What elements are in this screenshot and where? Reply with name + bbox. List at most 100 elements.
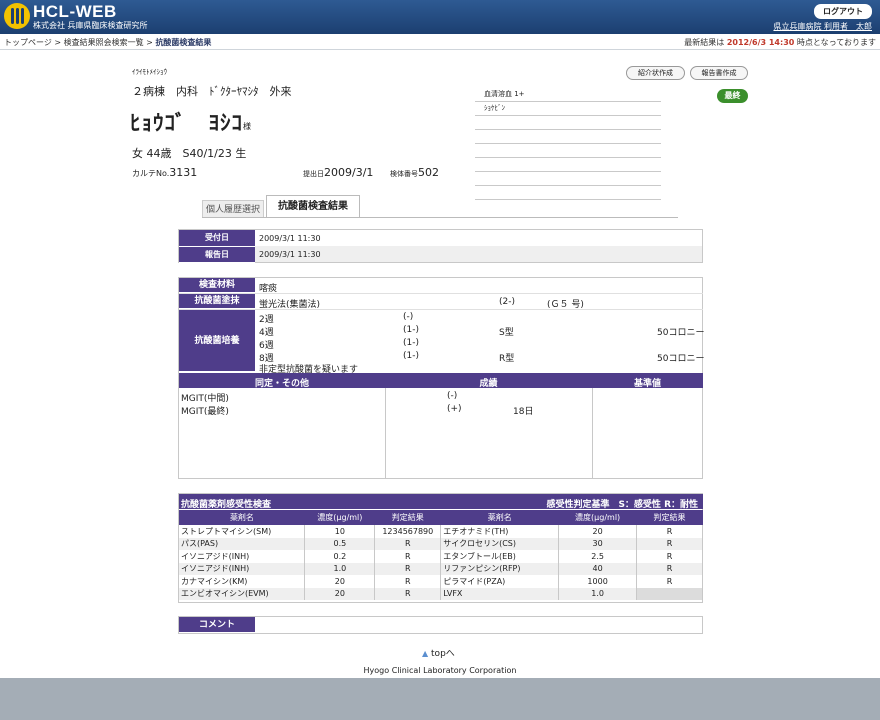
id-header-result: 成績 [479,379,498,389]
comment-label: コメント [179,617,255,633]
table-row: パス(PAS) 0.5 R サイクロセリン(CS) 30 R [179,537,703,550]
received-label: 受付日 [179,230,255,247]
drug-name: エンビオマイシン(EVM) [179,587,306,600]
culture-count: 50コロニー [657,354,705,364]
culture-week: 2週 [259,315,274,325]
drug-judge: R [374,562,442,575]
drug-name: パス(PAS) [179,537,306,550]
breadcrumb-bar: トップページ > 検査結果照会検索一覧 > 抗酸菌検査結果 最新結果は 2012… [0,34,880,50]
top-link-label: topへ [431,649,455,659]
drug-judge: R [374,537,442,550]
breadcrumb-home[interactable]: トップページ [4,38,52,47]
drug-conc: 0.5 [304,537,376,550]
drug-judge: R [636,525,703,538]
col-divider [592,388,593,479]
smear-result: (2-) [499,297,515,307]
hcl-logo-icon [4,3,30,29]
id-row-result: (-) [447,391,458,401]
drug-name: カナマイシン(KM) [179,575,306,588]
drug-conc: 1.0 [304,562,376,575]
susceptibility-title: 抗酸菌薬剤感受性検査 [181,500,272,510]
dates-section: 受付日 2009/3/1 11:30 報告日 2009/3/1 11:30 [178,229,703,263]
drug-conc: 40 [558,562,638,575]
breadcrumb: トップページ > 検査結果照会検索一覧 > 抗酸菌検査結果 [4,37,211,48]
col-conc: 濃度(μg/ml) [575,513,621,522]
ward-info: ２病棟 内科 ﾄﾞｸﾀｰﾔﾏｼﾀ 外来 [132,85,292,98]
specimen-value: 502 [418,166,439,179]
drug-name: エタンブトール(EB) [440,550,560,563]
drug-judge: R [636,537,703,550]
col-conc: 濃度(μg/ml) [317,513,363,522]
col-judge: 判定結果 [653,513,686,522]
breadcrumb-current: 抗酸菌検査結果 [155,38,212,47]
smear-label: 抗酸菌塗抹 [179,294,255,309]
note-line [475,186,661,200]
table-row: カナマイシン(KM) 20 R ピラマイド(PZA) 1000 R [179,575,703,588]
drug-judge: R [374,550,442,563]
susceptibility-table: 薬剤名 濃度(μg/ml) 判定結果 薬剤名 濃度(μg/ml) 判定結果 スト… [179,510,703,600]
specimen-label: 検体番号 [390,170,418,178]
app-header: HCL-WEB 株式会社 兵庫県臨床検査研究所 ログアウト 県立兵庫病院 利用者… [0,0,880,34]
row-divider [179,309,703,310]
culture-type: R型 [499,354,515,364]
user-link[interactable]: 県立兵庫病院 利用者 太郎 [773,21,872,32]
referral-button[interactable]: 紹介状作成 [626,66,685,80]
culture-result: (1-) [403,351,419,361]
culture-label: 抗酸菌培養 [179,310,255,372]
latest-result-notice: 最新結果は 2012/6/3 14:30 時点となっております [684,37,876,48]
culture-count: 50コロニー [657,328,705,338]
drug-name: エチオナミド(TH) [440,525,560,538]
footer-copyright: Hyogo Clinical Laboratory Corporation [363,666,517,675]
drug-judge [636,587,703,600]
culture-type: S型 [499,328,514,338]
drug-conc: 20 [304,575,376,588]
latest-suffix: 時点となっております [794,38,876,47]
latest-datetime: 2012/6/3 14:30 [726,38,795,47]
breadcrumb-list[interactable]: 検査結果照会検索一覧 [64,38,144,47]
row-divider [179,293,703,294]
note-line [475,172,661,186]
tab-history[interactable]: 個人履歴選択 [202,200,264,218]
drug-judge: R [636,550,703,563]
drug-conc: 2.5 [558,550,638,563]
culture-week: 4週 [259,328,274,338]
culture-result: (1-) [403,338,419,348]
tab-result[interactable]: 抗酸菌検査結果 [266,195,360,218]
drug-conc: 1.0 [558,587,638,600]
drug-judge: R [636,562,703,575]
id-header-ref: 基準値 [633,379,661,389]
drug-judge: R [374,587,442,600]
row-shade [179,453,703,466]
logout-button[interactable]: ログアウト [814,4,872,19]
company-name: 株式会社 兵庫県臨床検査研究所 [33,21,148,30]
susceptibility-criteria: 感受性判定基準 S：感受性 R：耐性 [546,500,698,510]
honorific: 様 [243,122,251,131]
drug-name: イソニアジド(INH) [179,562,306,575]
drug-conc: 30 [558,537,638,550]
drug-name: ストレプトマイシン(SM) [179,525,306,538]
submit-value: 2009/3/1 [324,166,374,179]
material-label: 検査材料 [179,278,255,293]
brand-name: HCL-WEB [33,2,117,21]
report-button[interactable]: 報告書作成 [690,66,748,80]
row-shade [179,401,703,414]
note-line: 血清溶血 1+ [475,88,661,102]
culture-result: (-) [403,312,414,322]
id-row-days: 18日 [513,407,534,417]
culture-week: 6週 [259,341,274,351]
patient-info: 女 44歳 S40/1/23 生 [132,147,247,160]
table-row: イソニアジド(INH) 1.0 R リファンピシン(RFP) 40 R [179,562,703,575]
row-shade [179,427,703,440]
drug-name: サイクロセリン(CS) [440,537,560,550]
id-row-result: (+) [447,404,462,414]
exam-section: 検査材料 喀痰 抗酸菌塗抹 蛍光法(集菌法) (2-) (Ｇ５ 号) 抗酸菌培養… [178,277,705,479]
top-link[interactable]: ▲ topへ [422,646,455,659]
id-header-name: 同定・その他 [254,379,309,389]
note-line: ｼｮｹﾋﾞﾝ [475,102,661,116]
chart-value: 3131 [169,166,198,179]
drug-conc: 1000 [558,575,638,588]
comment-section: コメント [178,616,703,634]
drug-judge: R [636,575,703,588]
culture-result: (1-) [403,325,419,335]
drug-conc: 10 [304,525,376,538]
